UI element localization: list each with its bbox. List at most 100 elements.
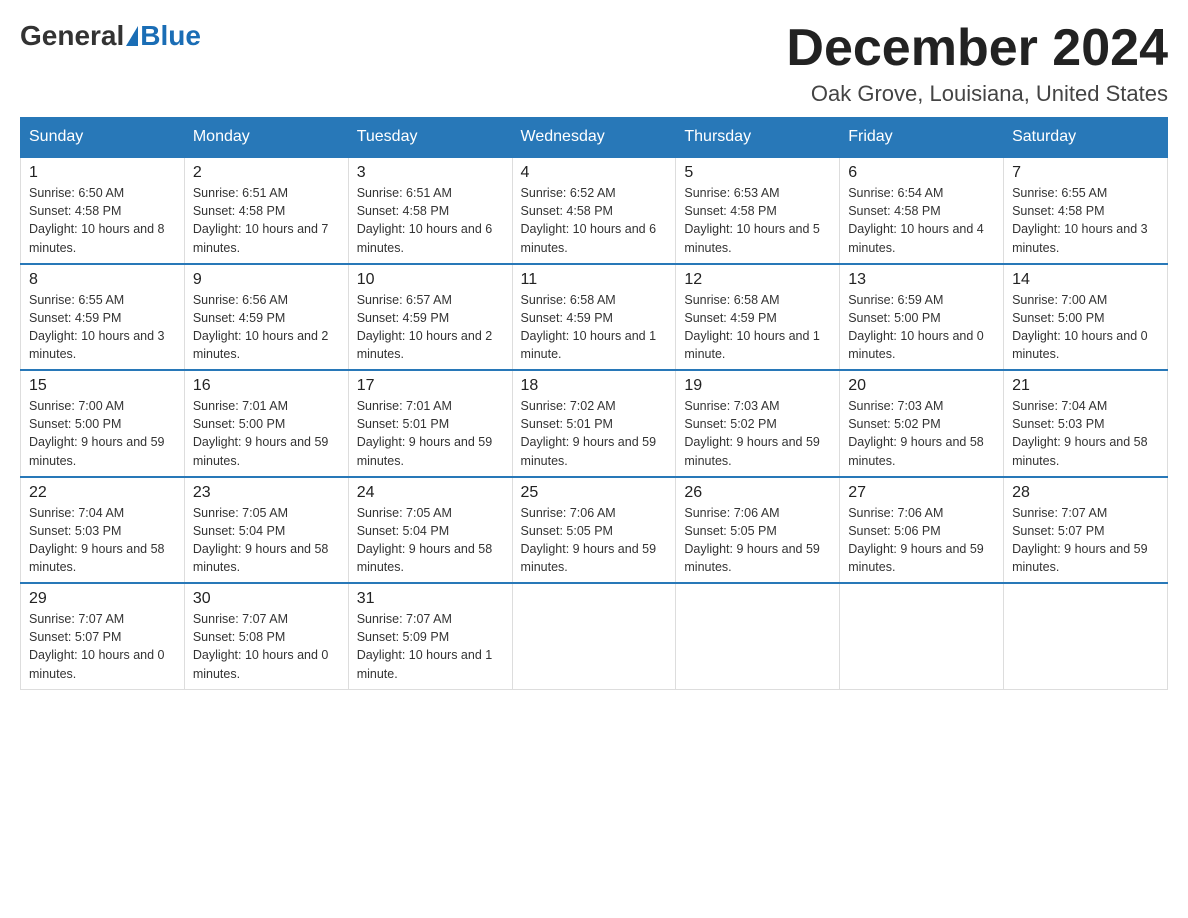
calendar-table: SundayMondayTuesdayWednesdayThursdayFrid… <box>20 117 1168 690</box>
day-number: 26 <box>684 484 831 502</box>
day-number: 31 <box>357 590 504 608</box>
day-info: Sunrise: 7:02 AMSunset: 5:01 PMDaylight:… <box>521 399 657 467</box>
day-number: 4 <box>521 164 668 182</box>
day-info: Sunrise: 6:56 AMSunset: 4:59 PMDaylight:… <box>193 293 329 361</box>
day-info: Sunrise: 6:53 AMSunset: 4:58 PMDaylight:… <box>684 186 820 254</box>
day-info: Sunrise: 6:58 AMSunset: 4:59 PMDaylight:… <box>684 293 820 361</box>
day-number: 15 <box>29 377 176 395</box>
day-info: Sunrise: 6:58 AMSunset: 4:59 PMDaylight:… <box>521 293 657 361</box>
day-number: 25 <box>521 484 668 502</box>
calendar-cell: 6 Sunrise: 6:54 AMSunset: 4:58 PMDaylight… <box>840 157 1004 264</box>
calendar-week-row: 29 Sunrise: 7:07 AMSunset: 5:07 PMDayligh… <box>21 583 1168 689</box>
day-number: 20 <box>848 377 995 395</box>
location-title: Oak Grove, Louisiana, United States <box>786 81 1168 107</box>
calendar-cell: 24Sunrise: 7:05 AMSunset: 5:04 PMDayligh… <box>348 477 512 584</box>
weekday-header-thursday: Thursday <box>676 118 840 158</box>
day-number: 11 <box>521 271 668 289</box>
day-number: 28 <box>1012 484 1159 502</box>
calendar-cell: 9Sunrise: 6:56 AMSunset: 4:59 PMDaylight… <box>184 264 348 371</box>
calendar-cell: 21 Sunrise: 7:04 AMSunset: 5:03 PMDayligh… <box>1004 370 1168 477</box>
weekday-header-wednesday: Wednesday <box>512 118 676 158</box>
day-info: Sunrise: 7:07 AMSunset: 5:09 PMDaylight:… <box>357 612 493 680</box>
calendar-cell <box>676 583 840 689</box>
day-info: Sunrise: 7:01 AMSunset: 5:00 PMDaylight:… <box>193 399 329 467</box>
day-number: 8 <box>29 271 176 289</box>
weekday-header-sunday: Sunday <box>21 118 185 158</box>
day-number: 21 <box>1012 377 1159 395</box>
calendar-cell <box>840 583 1004 689</box>
calendar-cell <box>1004 583 1168 689</box>
calendar-cell: 8 Sunrise: 6:55 AMSunset: 4:59 PMDaylight… <box>21 264 185 371</box>
day-number: 16 <box>193 377 340 395</box>
title-area: December 2024 Oak Grove, Louisiana, Unit… <box>786 20 1168 107</box>
calendar-cell: 10Sunrise: 6:57 AMSunset: 4:59 PMDayligh… <box>348 264 512 371</box>
calendar-week-row: 15Sunrise: 7:00 AMSunset: 5:00 PMDayligh… <box>21 370 1168 477</box>
day-number: 14 <box>1012 271 1159 289</box>
day-number: 7 <box>1012 164 1159 182</box>
day-number: 13 <box>848 271 995 289</box>
calendar-cell: 4 Sunrise: 6:52 AMSunset: 4:58 PMDaylight… <box>512 157 676 264</box>
calendar-week-row: 1 Sunrise: 6:50 AMSunset: 4:58 PMDaylight… <box>21 157 1168 264</box>
day-number: 24 <box>357 484 504 502</box>
day-info: Sunrise: 6:51 AMSunset: 4:58 PMDaylight:… <box>193 186 329 254</box>
logo-general-text: General <box>20 20 124 52</box>
day-number: 5 <box>684 164 831 182</box>
calendar-cell: 12 Sunrise: 6:58 AMSunset: 4:59 PMDayligh… <box>676 264 840 371</box>
day-info: Sunrise: 7:07 AMSunset: 5:08 PMDaylight:… <box>193 612 329 680</box>
weekday-header-saturday: Saturday <box>1004 118 1168 158</box>
day-number: 19 <box>684 377 831 395</box>
day-number: 6 <box>848 164 995 182</box>
month-title: December 2024 <box>786 20 1168 77</box>
calendar-cell <box>512 583 676 689</box>
page-header: General Blue December 2024 Oak Grove, Lo… <box>20 20 1168 107</box>
day-info: Sunrise: 7:01 AMSunset: 5:01 PMDaylight:… <box>357 399 493 467</box>
calendar-cell: 13 Sunrise: 6:59 AMSunset: 5:00 PMDayligh… <box>840 264 1004 371</box>
calendar-cell: 20 Sunrise: 7:03 AMSunset: 5:02 PMDayligh… <box>840 370 1004 477</box>
calendar-cell: 27Sunrise: 7:06 AMSunset: 5:06 PMDayligh… <box>840 477 1004 584</box>
calendar-cell: 28Sunrise: 7:07 AMSunset: 5:07 PMDayligh… <box>1004 477 1168 584</box>
day-info: Sunrise: 7:06 AMSunset: 5:06 PMDaylight:… <box>848 506 984 574</box>
day-info: Sunrise: 7:06 AMSunset: 5:05 PMDaylight:… <box>521 506 657 574</box>
calendar-cell: 3 Sunrise: 6:51 AMSunset: 4:58 PMDaylight… <box>348 157 512 264</box>
calendar-cell: 1 Sunrise: 6:50 AMSunset: 4:58 PMDaylight… <box>21 157 185 264</box>
day-number: 2 <box>193 164 340 182</box>
calendar-cell: 17Sunrise: 7:01 AMSunset: 5:01 PMDayligh… <box>348 370 512 477</box>
logo: General Blue <box>20 20 201 52</box>
calendar-cell: 19Sunrise: 7:03 AMSunset: 5:02 PMDayligh… <box>676 370 840 477</box>
calendar-cell: 2 Sunrise: 6:51 AMSunset: 4:58 PMDaylight… <box>184 157 348 264</box>
day-number: 12 <box>684 271 831 289</box>
calendar-cell: 7Sunrise: 6:55 AMSunset: 4:58 PMDaylight… <box>1004 157 1168 264</box>
day-info: Sunrise: 7:00 AMSunset: 5:00 PMDaylight:… <box>1012 293 1148 361</box>
calendar-cell: 31 Sunrise: 7:07 AMSunset: 5:09 PMDayligh… <box>348 583 512 689</box>
logo-triangle-icon <box>126 26 138 46</box>
day-info: Sunrise: 7:03 AMSunset: 5:02 PMDaylight:… <box>848 399 984 467</box>
calendar-cell: 29 Sunrise: 7:07 AMSunset: 5:07 PMDayligh… <box>21 583 185 689</box>
day-info: Sunrise: 6:51 AMSunset: 4:58 PMDaylight:… <box>357 186 493 254</box>
day-info: Sunrise: 6:54 AMSunset: 4:58 PMDaylight:… <box>848 186 984 254</box>
calendar-cell: 22Sunrise: 7:04 AMSunset: 5:03 PMDayligh… <box>21 477 185 584</box>
day-info: Sunrise: 7:07 AMSunset: 5:07 PMDaylight:… <box>29 612 165 680</box>
calendar-cell: 30 Sunrise: 7:07 AMSunset: 5:08 PMDayligh… <box>184 583 348 689</box>
weekday-header-friday: Friday <box>840 118 1004 158</box>
calendar-cell: 5 Sunrise: 6:53 AMSunset: 4:58 PMDaylight… <box>676 157 840 264</box>
weekday-header-monday: Monday <box>184 118 348 158</box>
day-number: 22 <box>29 484 176 502</box>
day-info: Sunrise: 7:06 AMSunset: 5:05 PMDaylight:… <box>684 506 820 574</box>
day-info: Sunrise: 7:04 AMSunset: 5:03 PMDaylight:… <box>1012 399 1148 467</box>
calendar-cell: 18Sunrise: 7:02 AMSunset: 5:01 PMDayligh… <box>512 370 676 477</box>
day-info: Sunrise: 6:55 AMSunset: 4:59 PMDaylight:… <box>29 293 165 361</box>
day-number: 1 <box>29 164 176 182</box>
day-info: Sunrise: 6:59 AMSunset: 5:00 PMDaylight:… <box>848 293 984 361</box>
day-info: Sunrise: 6:50 AMSunset: 4:58 PMDaylight:… <box>29 186 165 254</box>
weekday-header-row: SundayMondayTuesdayWednesdayThursdayFrid… <box>21 118 1168 158</box>
day-number: 23 <box>193 484 340 502</box>
logo-blue-text: Blue <box>140 20 201 52</box>
calendar-cell: 23Sunrise: 7:05 AMSunset: 5:04 PMDayligh… <box>184 477 348 584</box>
calendar-week-row: 8 Sunrise: 6:55 AMSunset: 4:59 PMDaylight… <box>21 264 1168 371</box>
day-number: 3 <box>357 164 504 182</box>
day-number: 29 <box>29 590 176 608</box>
day-number: 30 <box>193 590 340 608</box>
calendar-cell: 26 Sunrise: 7:06 AMSunset: 5:05 PMDayligh… <box>676 477 840 584</box>
calendar-cell: 15Sunrise: 7:00 AMSunset: 5:00 PMDayligh… <box>21 370 185 477</box>
day-info: Sunrise: 6:52 AMSunset: 4:58 PMDaylight:… <box>521 186 657 254</box>
